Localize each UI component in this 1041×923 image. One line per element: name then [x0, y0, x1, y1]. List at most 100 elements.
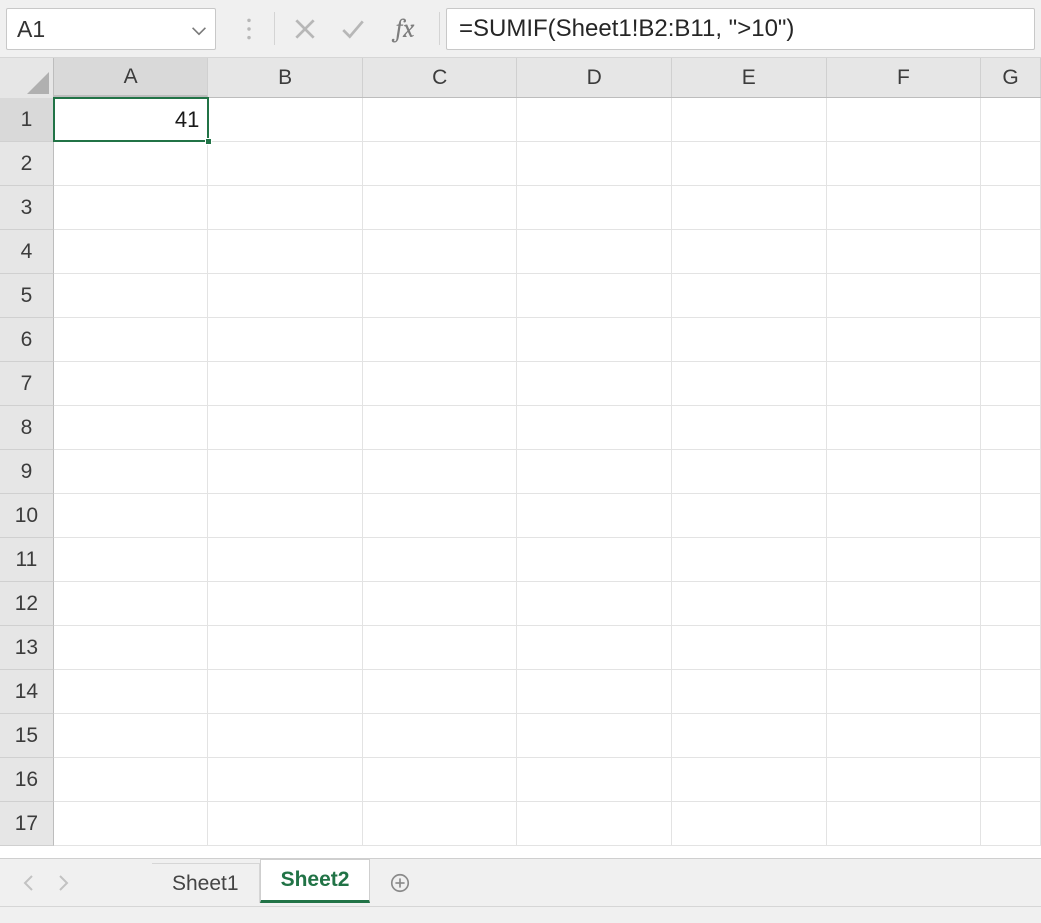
cell-b1[interactable] — [208, 98, 363, 142]
cell-a5[interactable] — [54, 274, 209, 318]
cell-a7[interactable] — [54, 362, 209, 406]
cell-f14[interactable] — [827, 670, 982, 714]
row-header-15[interactable]: 15 — [0, 714, 54, 758]
cell-g4[interactable] — [981, 230, 1041, 274]
cell-f12[interactable] — [827, 582, 982, 626]
cell-g5[interactable] — [981, 274, 1041, 318]
cell-e2[interactable] — [672, 142, 827, 186]
cell-a10[interactable] — [54, 494, 209, 538]
cell-a1[interactable]: 41 — [54, 98, 209, 142]
cell-f11[interactable] — [827, 538, 982, 582]
confirm-formula-button[interactable] — [329, 8, 377, 50]
cell-c11[interactable] — [363, 538, 518, 582]
row-header-6[interactable]: 6 — [0, 318, 54, 362]
cell-d10[interactable] — [517, 494, 672, 538]
cell-d16[interactable] — [517, 758, 672, 802]
row-header-5[interactable]: 5 — [0, 274, 54, 318]
cell-e16[interactable] — [672, 758, 827, 802]
cell-g13[interactable] — [981, 626, 1041, 670]
cell-e7[interactable] — [672, 362, 827, 406]
cell-f10[interactable] — [827, 494, 982, 538]
cell-d1[interactable] — [517, 98, 672, 142]
column-header-g[interactable]: G — [981, 58, 1041, 97]
cell-b8[interactable] — [208, 406, 363, 450]
cell-e10[interactable] — [672, 494, 827, 538]
cell-c2[interactable] — [363, 142, 518, 186]
cell-g15[interactable] — [981, 714, 1041, 758]
cell-e11[interactable] — [672, 538, 827, 582]
cell-a17[interactable] — [54, 802, 209, 846]
cell-b11[interactable] — [208, 538, 363, 582]
cell-f17[interactable] — [827, 802, 982, 846]
cell-c17[interactable] — [363, 802, 518, 846]
cell-a9[interactable] — [54, 450, 209, 494]
cancel-formula-button[interactable] — [281, 8, 329, 50]
cell-f15[interactable] — [827, 714, 982, 758]
row-header-13[interactable]: 13 — [0, 626, 54, 670]
cell-f9[interactable] — [827, 450, 982, 494]
cell-g10[interactable] — [981, 494, 1041, 538]
tab-nav-next-icon[interactable] — [46, 859, 82, 906]
cell-b2[interactable] — [208, 142, 363, 186]
cell-f4[interactable] — [827, 230, 982, 274]
spreadsheet-grid[interactable]: ABCDEFG 141234567891011121314151617 — [0, 58, 1041, 858]
cell-g17[interactable] — [981, 802, 1041, 846]
column-header-d[interactable]: D — [517, 58, 672, 97]
sheet-tab-sheet2[interactable]: Sheet2 — [260, 859, 371, 903]
row-header-1[interactable]: 1 — [0, 98, 54, 142]
column-header-c[interactable]: C — [363, 58, 518, 97]
cell-a4[interactable] — [54, 230, 209, 274]
cell-g16[interactable] — [981, 758, 1041, 802]
cell-c13[interactable] — [363, 626, 518, 670]
cell-c1[interactable] — [363, 98, 518, 142]
cell-d4[interactable] — [517, 230, 672, 274]
cell-g1[interactable] — [981, 98, 1041, 142]
cell-a16[interactable] — [54, 758, 209, 802]
cell-e1[interactable] — [672, 98, 827, 142]
cell-b16[interactable] — [208, 758, 363, 802]
cell-f5[interactable] — [827, 274, 982, 318]
cell-b6[interactable] — [208, 318, 363, 362]
cell-a8[interactable] — [54, 406, 209, 450]
cell-g3[interactable] — [981, 186, 1041, 230]
cell-a13[interactable] — [54, 626, 209, 670]
cell-f16[interactable] — [827, 758, 982, 802]
cell-b3[interactable] — [208, 186, 363, 230]
cell-d3[interactable] — [517, 186, 672, 230]
cell-a12[interactable] — [54, 582, 209, 626]
cell-b12[interactable] — [208, 582, 363, 626]
cell-e14[interactable] — [672, 670, 827, 714]
cell-g12[interactable] — [981, 582, 1041, 626]
cell-b14[interactable] — [208, 670, 363, 714]
row-header-17[interactable]: 17 — [0, 802, 54, 846]
cell-d8[interactable] — [517, 406, 672, 450]
cell-d13[interactable] — [517, 626, 672, 670]
cell-g2[interactable] — [981, 142, 1041, 186]
cell-f13[interactable] — [827, 626, 982, 670]
cell-b7[interactable] — [208, 362, 363, 406]
add-sheet-button[interactable] — [370, 859, 430, 906]
cell-e6[interactable] — [672, 318, 827, 362]
cell-d5[interactable] — [517, 274, 672, 318]
cell-a14[interactable] — [54, 670, 209, 714]
row-header-10[interactable]: 10 — [0, 494, 54, 538]
row-header-16[interactable]: 16 — [0, 758, 54, 802]
select-all-corner[interactable] — [0, 58, 54, 98]
cell-e15[interactable] — [672, 714, 827, 758]
cell-d12[interactable] — [517, 582, 672, 626]
row-header-12[interactable]: 12 — [0, 582, 54, 626]
cell-c5[interactable] — [363, 274, 518, 318]
cell-c6[interactable] — [363, 318, 518, 362]
tab-nav-prev-icon[interactable] — [10, 859, 46, 906]
cell-g14[interactable] — [981, 670, 1041, 714]
cell-a15[interactable] — [54, 714, 209, 758]
sheet-tab-sheet1[interactable]: Sheet1 — [152, 863, 260, 903]
cell-g8[interactable] — [981, 406, 1041, 450]
cell-b17[interactable] — [208, 802, 363, 846]
cell-c15[interactable] — [363, 714, 518, 758]
cell-d17[interactable] — [517, 802, 672, 846]
cell-c9[interactable] — [363, 450, 518, 494]
cell-d11[interactable] — [517, 538, 672, 582]
cell-d2[interactable] — [517, 142, 672, 186]
row-header-9[interactable]: 9 — [0, 450, 54, 494]
